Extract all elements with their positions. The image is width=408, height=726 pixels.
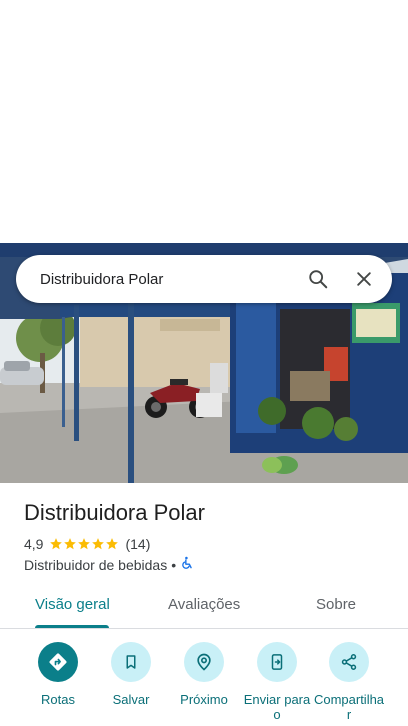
active-tab-indicator — [35, 625, 109, 628]
search-input[interactable]: Distribuidora Polar — [40, 271, 298, 288]
share-label: Compartilhar — [313, 692, 385, 722]
nearby-icon — [184, 642, 224, 682]
star-icon — [64, 538, 77, 550]
star-icon — [78, 538, 91, 550]
save-label: Salvar — [112, 692, 150, 707]
review-count[interactable]: (14) — [125, 536, 150, 552]
share-icon — [329, 642, 369, 682]
nearby-label: Próximo — [180, 692, 228, 707]
send-to-phone-button[interactable]: Enviar para o — [237, 642, 317, 722]
bookmark-icon — [111, 642, 151, 682]
send-to-phone-icon — [257, 642, 297, 682]
close-icon[interactable] — [344, 259, 384, 299]
nearby-button[interactable]: Próximo — [164, 642, 244, 707]
star-icon — [106, 538, 119, 550]
category-row: Distribuidor de bebidas • — [24, 556, 194, 573]
tab-about[interactable]: Sobre — [316, 596, 356, 613]
search-bar[interactable]: Distribuidora Polar — [16, 255, 392, 303]
rating-stars — [49, 537, 119, 551]
share-button[interactable]: Compartilhar — [309, 642, 389, 722]
send-to-phone-label: Enviar para o — [243, 692, 311, 722]
wheelchair-icon — [180, 556, 194, 573]
tab-reviews[interactable]: Avaliações — [168, 596, 240, 613]
action-bar: Rotas Salvar Próximo Enviar para o Compa… — [0, 640, 408, 726]
tab-overview[interactable]: Visão geral — [35, 596, 110, 613]
place-category: Distribuidor de bebidas — [24, 556, 168, 573]
rating-row[interactable]: 4,9 (14) — [24, 536, 150, 552]
directions-button[interactable]: Rotas — [18, 642, 98, 707]
directions-icon — [38, 642, 78, 682]
separator-dot: • — [171, 556, 177, 573]
star-icon — [92, 538, 105, 550]
rating-value: 4,9 — [24, 536, 44, 552]
place-tabs: Visão geral Avaliações Sobre — [0, 588, 408, 629]
save-button[interactable]: Salvar — [91, 642, 171, 707]
place-title: Distribuidora Polar — [24, 500, 205, 525]
star-icon — [50, 538, 63, 550]
search-icon[interactable] — [298, 259, 338, 299]
map-area-blank — [0, 0, 408, 243]
directions-label: Rotas — [41, 692, 75, 707]
